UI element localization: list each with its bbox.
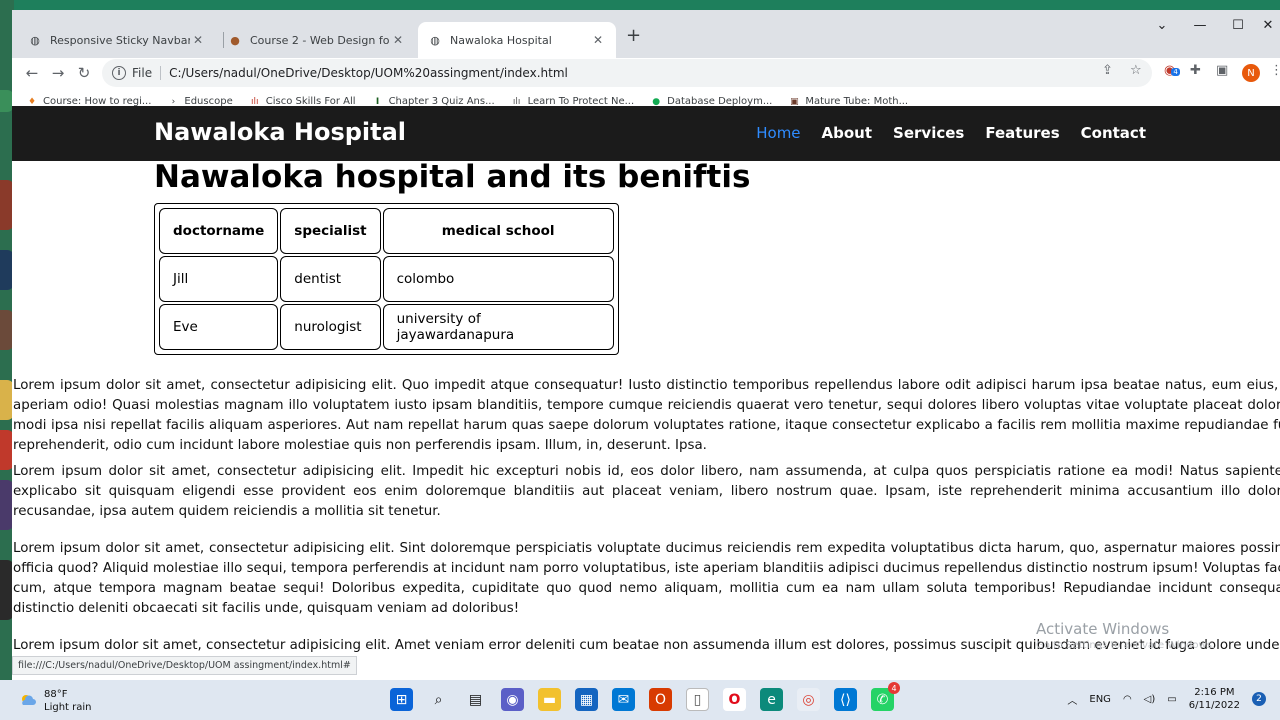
body-paragraph: Lorem ipsum dolor sit amet, consectetur … (13, 464, 1280, 519)
weather-desc: Light rain (44, 702, 92, 713)
body-paragraph: Lorem ipsum dolor sit amet, consectetur … (13, 378, 1280, 453)
file-explorer-icon[interactable]: ▬ (538, 688, 561, 711)
taskbar-apps: ⊞ ⌕ ▤ ◉ ▬ ▦ ✉ O ▯ O e ◎ ⟨⟩ ✆ 4 (390, 682, 900, 711)
table-cell: Eve (159, 304, 279, 350)
tab-title: Responsive Sticky Navbar | Codin (50, 33, 190, 47)
extension-icon[interactable]: ◉4 (1164, 63, 1180, 78)
table-cell: dentist (280, 256, 381, 302)
file-icon[interactable]: ▯ (686, 688, 709, 711)
vscode-icon[interactable]: ⟨⟩ (834, 688, 857, 711)
nav-home[interactable]: Home (756, 124, 800, 142)
task-view-icon[interactable]: ▤ (464, 688, 487, 711)
tab-search-chevron-icon[interactable]: ⌄ (1142, 18, 1182, 33)
close-tab-icon[interactable]: ✕ (190, 33, 206, 47)
nav-services[interactable]: Services (893, 124, 964, 142)
globe-icon: ◍ (30, 33, 40, 47)
store-icon[interactable]: ▦ (575, 688, 598, 711)
minimize-button[interactable]: — (1180, 18, 1220, 33)
whatsapp-icon[interactable]: ✆ 4 (871, 682, 900, 711)
table-row: Jill dentist colombo (159, 256, 614, 302)
extension-badge: 4 (1171, 68, 1180, 76)
site-brand[interactable]: Nawaloka Hospital (154, 118, 406, 146)
site-navbar: Nawaloka Hospital Home About Services Fe… (12, 106, 1280, 161)
table-row: Eve nurologist university of jayawardana… (159, 304, 614, 350)
back-icon[interactable]: ← (22, 64, 42, 82)
info-icon[interactable]: i (112, 66, 126, 80)
tab-strip: ◍ Responsive Sticky Navbar | Codin ✕ ● C… (12, 10, 1280, 58)
column-header: medical school (382, 208, 614, 254)
tab-nawaloka[interactable]: ◍ Nawaloka Hospital ✕ (418, 22, 616, 58)
opera-icon[interactable]: O (723, 688, 746, 711)
weather-icon (22, 695, 36, 705)
show-hidden-icon[interactable]: ︿ (1067, 692, 1077, 707)
tab-title: Nawaloka Hospital (450, 33, 552, 47)
address-url[interactable]: C:/Users/nadul/OneDrive/Desktop/UOM%20as… (169, 66, 568, 80)
nav-contact[interactable]: Contact (1081, 124, 1146, 142)
side-panel-icon[interactable]: ▣ (1216, 63, 1228, 78)
status-bar-url: file:///C:/Users/nadul/OneDrive/Desktop/… (12, 656, 357, 675)
whatsapp-badge: 4 (888, 682, 900, 694)
edge-icon[interactable]: e (760, 688, 783, 711)
chrome-icon[interactable]: ◎ (797, 688, 820, 711)
profile-avatar[interactable]: N (1242, 64, 1260, 82)
body-paragraph: Lorem ipsum dolor sit amet, consectetur … (13, 541, 1280, 616)
mail-icon[interactable]: ✉ (612, 688, 635, 711)
maximize-button[interactable]: ☐ (1218, 18, 1258, 33)
nav-features[interactable]: Features (985, 124, 1059, 142)
table-cell: Jill (159, 256, 279, 302)
column-header: specialist (280, 208, 381, 254)
share-icon[interactable]: ⇪ (1102, 63, 1113, 78)
browser-toolbar: ← → ↻ i File C:/Users/nadul/OneDrive/Des… (12, 58, 1280, 90)
table-cell: colombo (382, 256, 614, 302)
weather-widget[interactable]: 88°F Light rain (18, 688, 92, 714)
notification-badge[interactable]: 2 (1252, 692, 1266, 706)
nav-about[interactable]: About (822, 124, 873, 142)
new-tab-button[interactable]: + (626, 25, 641, 46)
search-icon[interactable]: ⌕ (427, 688, 450, 711)
table-header-row: doctorname specialist medical school (159, 208, 614, 254)
weather-temp: 88°F (44, 689, 68, 700)
page-heading: Nawaloka hospital and its beniftis (154, 159, 751, 195)
teams-chat-icon[interactable]: ◉ (501, 688, 524, 711)
forward-icon[interactable]: → (48, 64, 68, 82)
clock-date: 6/11/2022 (1188, 700, 1240, 711)
clock-time: 2:16 PM (1194, 687, 1235, 698)
menu-icon[interactable]: ⋮ (1270, 63, 1280, 78)
start-icon[interactable]: ⊞ (390, 688, 413, 711)
address-bar[interactable]: i File C:/Users/nadul/OneDrive/Desktop/U… (102, 59, 1152, 87)
globe-icon: ◍ (430, 33, 440, 47)
column-header: doctorname (159, 208, 279, 254)
close-tab-icon[interactable]: ✕ (390, 33, 406, 47)
close-tab-icon[interactable]: ✕ (590, 33, 606, 47)
language-indicator[interactable]: ENG (1089, 694, 1111, 705)
page-viewport: Nawaloka Hospital Home About Services Fe… (12, 106, 1280, 680)
watermark-title: Activate Windows (1036, 620, 1170, 638)
address-scheme: File (132, 66, 162, 80)
system-tray: ︿ ENG ◠ ◁) ▭ 2:16 PM 6/11/2022 2 (1067, 686, 1266, 712)
table-cell: university of jayawardanapura (382, 304, 614, 350)
doctors-table: doctorname specialist medical school Jil… (154, 203, 619, 355)
office-icon[interactable]: O (649, 688, 672, 711)
activate-windows-watermark: Activate Windows Go to Settings to activ… (1036, 620, 1215, 651)
tab-course[interactable]: ● Course 2 - Web Design for Begin ✕ (218, 22, 416, 58)
wifi-icon[interactable]: ◠ (1123, 694, 1132, 705)
clock[interactable]: 2:16 PM 6/11/2022 (1189, 686, 1240, 712)
course-icon: ● (230, 33, 240, 47)
watermark-subtitle: Go to Settings to activate Windows. (1036, 640, 1216, 651)
browser-window: ◍ Responsive Sticky Navbar | Codin ✕ ● C… (12, 10, 1280, 680)
close-window-button[interactable]: ✕ (1256, 18, 1280, 33)
reload-icon[interactable]: ↻ (74, 64, 94, 82)
volume-icon[interactable]: ◁) (1144, 694, 1156, 705)
tab-title: Course 2 - Web Design for Begin (250, 33, 390, 47)
extensions-puzzle-icon[interactable]: ✚ (1190, 63, 1201, 78)
nav-links: Home About Services Features Contact (756, 124, 1146, 142)
table-cell: nurologist (280, 304, 381, 350)
bookmark-star-icon[interactable]: ☆ (1130, 63, 1142, 78)
tab-codin[interactable]: ◍ Responsive Sticky Navbar | Codin ✕ (18, 22, 216, 58)
windows-taskbar: 88°F Light rain ⊞ ⌕ ▤ ◉ ▬ ▦ ✉ O ▯ O e ◎ … (0, 680, 1280, 720)
battery-icon[interactable]: ▭ (1167, 694, 1176, 705)
